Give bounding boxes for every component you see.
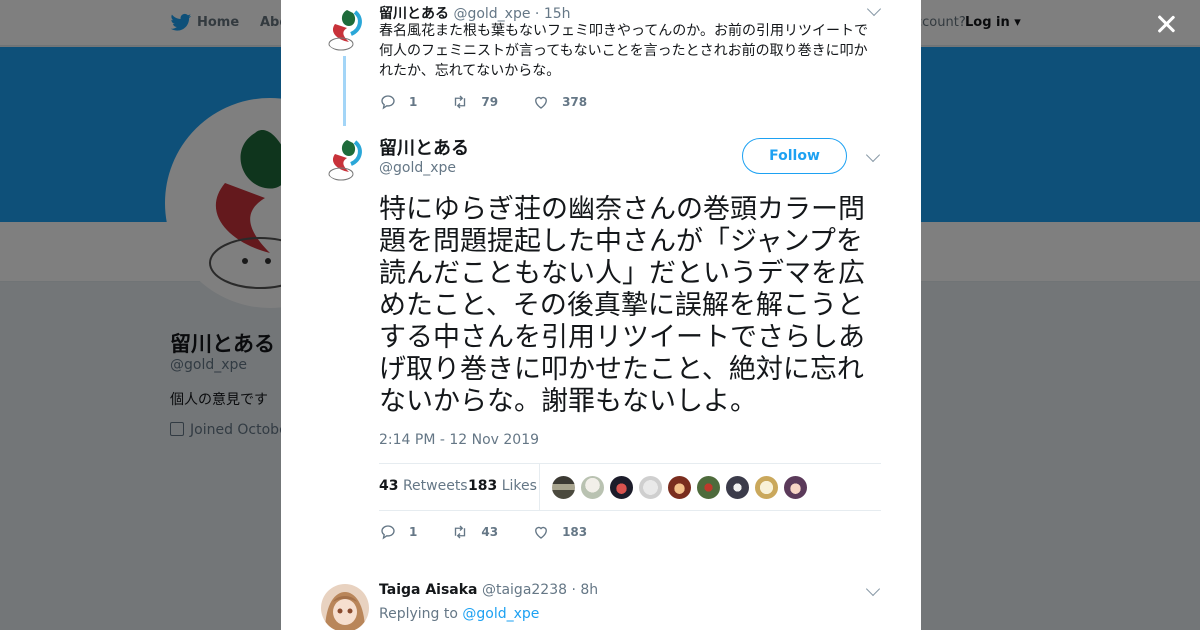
chevron-down-icon[interactable]	[866, 1, 882, 17]
liker-avatar[interactable]	[551, 475, 576, 500]
replying-to-handle-link[interactable]: @gold_xpe	[462, 606, 539, 622]
liker-avatar[interactable]	[638, 475, 663, 500]
replying-to: Replying to @gold_xpe	[379, 606, 540, 622]
thread-tweet-name[interactable]: 留川とある	[379, 6, 449, 22]
main-tweet-name[interactable]: 留川とある	[379, 134, 469, 160]
tweet-stats: 43 Retweets 183 Likes	[379, 463, 881, 511]
chevron-down-icon[interactable]	[865, 581, 881, 597]
follow-button[interactable]: Follow	[742, 138, 847, 174]
main-tweet-handle[interactable]: @gold_xpe	[379, 160, 456, 176]
reply-tweet-avatar[interactable]	[321, 584, 369, 630]
liker-avatar[interactable]	[696, 475, 721, 500]
reply-tweet-handle[interactable]: @taiga2238	[482, 582, 567, 598]
thread-connector-line	[343, 56, 346, 126]
liker-avatars	[551, 475, 812, 500]
retweet-icon	[455, 95, 466, 109]
reply-tweet-name[interactable]: Taiga Aisaka	[379, 582, 478, 598]
avatar-drawing-icon	[321, 134, 369, 182]
tweet-modal: 留川とある @gold_xpe · 15h 春名風花また根も葉もないフェミ叩きや…	[281, 0, 921, 630]
heart-icon	[535, 526, 547, 539]
liker-avatar[interactable]	[580, 475, 605, 500]
avatar-anime-icon	[321, 584, 369, 630]
thread-tweet-text: 春名風花また根も葉もないフェミ叩きやってんのか。お前の引用リツイートで何人のフェ…	[379, 23, 869, 79]
reply-tweet-header: Taiga Aisaka @taiga2238 · 8h	[379, 582, 598, 598]
liker-avatar[interactable]	[783, 475, 808, 500]
like-button[interactable]: 183	[532, 523, 587, 541]
stats-divider	[539, 464, 540, 511]
liker-avatar[interactable]	[667, 475, 692, 500]
main-tweet-actions: 1 43 183	[379, 522, 621, 542]
heart-icon	[535, 96, 547, 109]
thread-tweet-handle[interactable]: @gold_xpe	[453, 6, 530, 22]
liker-avatar[interactable]	[609, 475, 634, 500]
reply-icon	[381, 95, 395, 110]
liker-avatar[interactable]	[725, 475, 750, 500]
avatar-drawing-icon	[321, 4, 369, 52]
retweet-icon	[455, 525, 466, 539]
main-tweet-avatar[interactable]	[321, 134, 369, 182]
main-tweet-text: 特にゆらぎ荘の幽奈さんの巻頭カラー問題を問題提起した中さんが「ジャンプを読んだこ…	[379, 194, 865, 417]
thread-tweet-header: 留川とある @gold_xpe · 15h	[379, 3, 571, 23]
close-icon[interactable]	[1154, 12, 1178, 36]
thread-tweet-actions: 1 79 378	[379, 92, 621, 112]
main-tweet-timestamp[interactable]: 2:14 PM - 12 Nov 2019	[379, 432, 539, 448]
like-count-link[interactable]: 183 Likes	[468, 478, 537, 494]
liker-avatar[interactable]	[754, 475, 779, 500]
thread-tweet-avatar[interactable]	[321, 4, 369, 52]
thread-tweet-time[interactable]: · 15h	[535, 6, 571, 22]
retweet-button[interactable]: 79	[451, 93, 498, 111]
reply-button[interactable]: 1	[379, 523, 417, 541]
retweet-count-link[interactable]: 43 Retweets	[379, 478, 468, 494]
reply-button[interactable]: 1	[379, 93, 417, 111]
reply-icon	[381, 525, 395, 540]
chevron-down-icon[interactable]	[865, 147, 881, 163]
like-button[interactable]: 378	[532, 93, 587, 111]
retweet-button[interactable]: 43	[451, 523, 498, 541]
reply-tweet-time[interactable]: · 8h	[571, 582, 598, 598]
